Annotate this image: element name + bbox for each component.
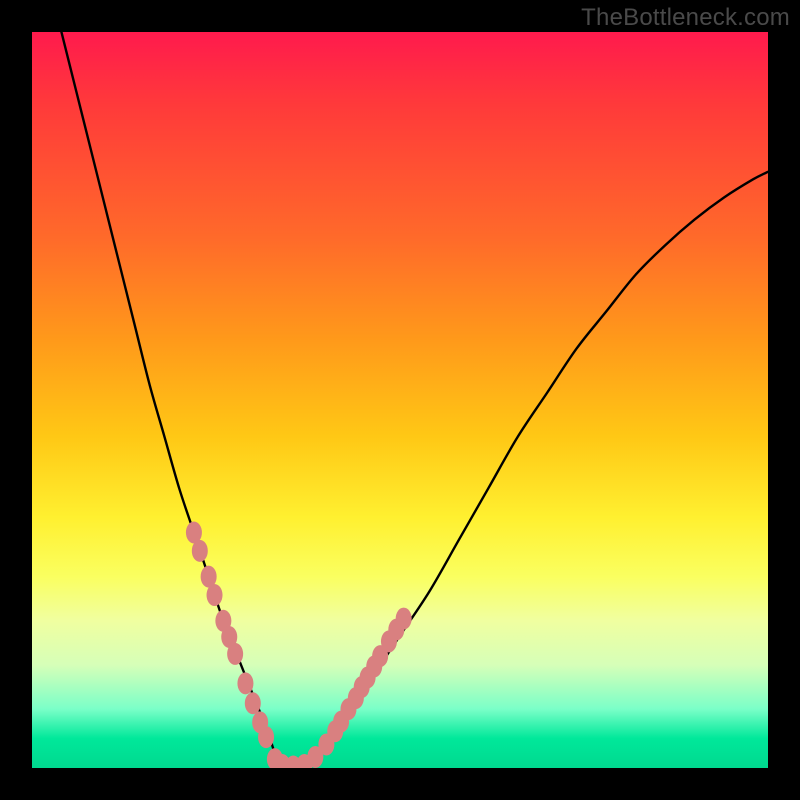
watermark-text: TheBottleneck.com <box>581 4 790 32</box>
plot-area <box>32 32 768 768</box>
sample-dot <box>245 692 261 714</box>
outer-frame: TheBottleneck.com <box>0 0 800 800</box>
sample-dot <box>207 584 223 606</box>
sample-dot <box>192 540 208 562</box>
sample-dot <box>237 672 253 694</box>
sample-dot <box>227 643 243 665</box>
marker-layer <box>32 32 768 768</box>
highlighted-samples <box>186 521 412 768</box>
sample-dot <box>258 726 274 748</box>
sample-dot <box>396 608 412 630</box>
